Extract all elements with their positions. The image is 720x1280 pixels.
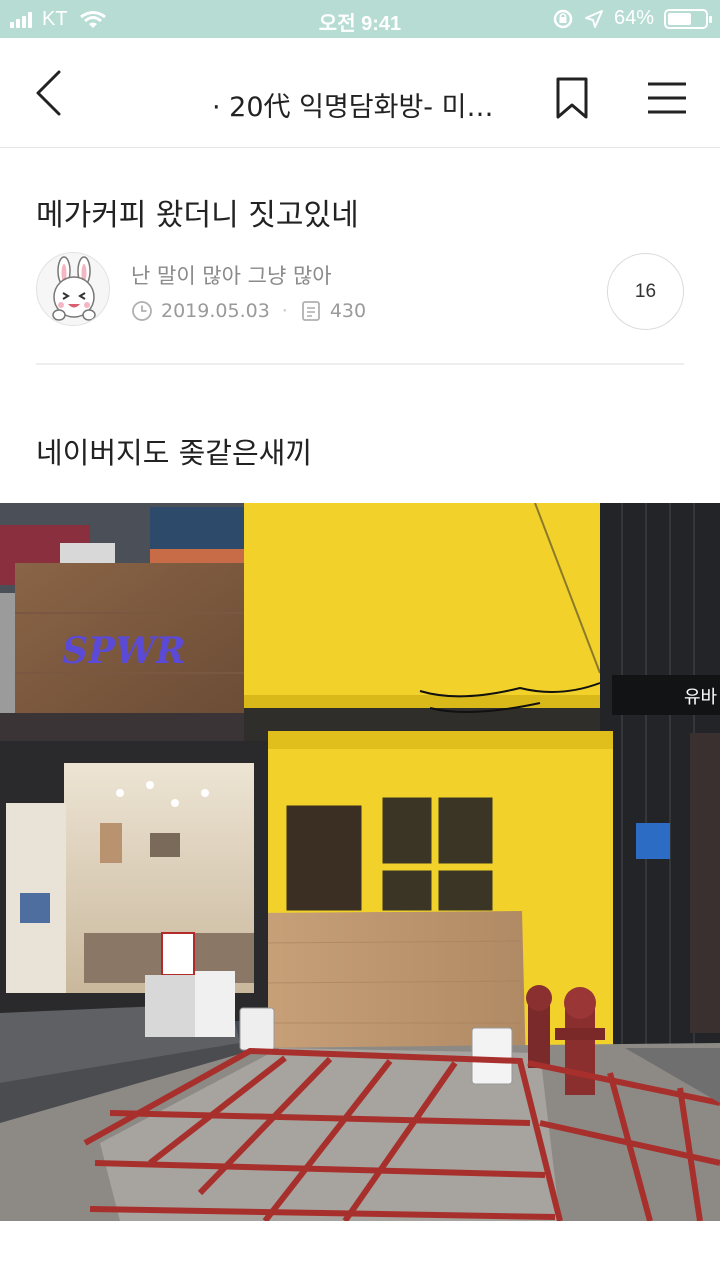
- location-arrow-icon: [584, 9, 603, 28]
- status-bar: KT 오전 9:41 64%: [0, 0, 720, 38]
- svg-text:유바: 유바: [684, 687, 718, 708]
- clock-icon: [132, 301, 152, 321]
- avatar[interactable]: [36, 252, 110, 326]
- rotation-lock-icon: [553, 9, 573, 28]
- view-count: 430: [329, 300, 367, 322]
- battery-percent: 64%: [613, 7, 654, 29]
- divider: [36, 363, 684, 365]
- hamburger-menu-icon[interactable]: [644, 78, 690, 118]
- bookmark-icon[interactable]: [552, 76, 592, 120]
- page-title: · 20代 익명담화방- 미성...: [212, 92, 517, 123]
- comment-count-button[interactable]: 16: [607, 253, 684, 330]
- top-nav-bar: · 20代 익명담화방- 미성...: [0, 38, 720, 148]
- meta-separator: ·: [281, 300, 288, 322]
- post-meta: 2019.05.03 · 430: [131, 300, 366, 322]
- document-icon: [301, 301, 320, 321]
- status-right: 64%: [552, 7, 712, 30]
- chevron-left-icon[interactable]: [24, 68, 74, 118]
- author-name[interactable]: 난 말이 많아 그냥 많아: [131, 260, 332, 290]
- battery-level: [668, 12, 691, 25]
- svg-text:SPWR: SPWR: [62, 630, 185, 672]
- post-body-text: 네이버지도 좆같은새끼: [36, 436, 313, 470]
- rabbit-avatar-icon: [52, 256, 96, 321]
- storefront-photo[interactable]: SPWR 유바: [0, 503, 720, 1221]
- post-date: 2019.05.03: [161, 300, 270, 322]
- battery-icon: [664, 8, 712, 29]
- post-title: 메가커피 왔더니 짓고있네: [36, 198, 359, 233]
